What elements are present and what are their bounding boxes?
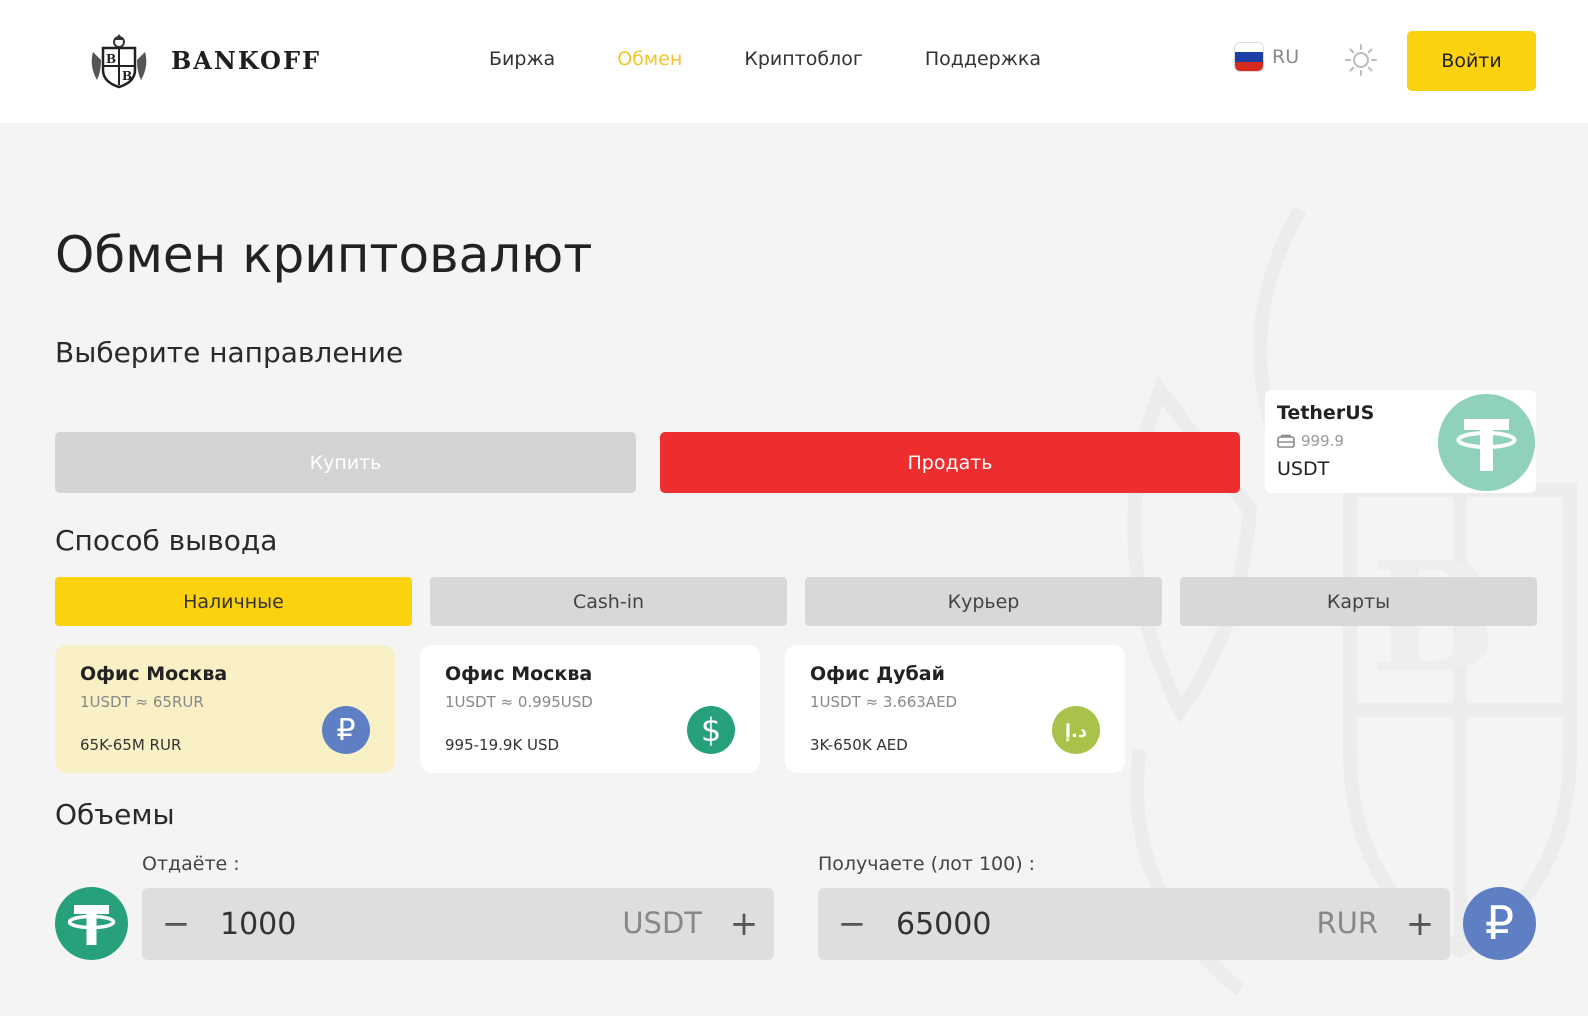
dollar-icon: $ [687,706,735,754]
nav-item-exchange[interactable]: Биржа [489,48,555,70]
nav-item-support[interactable]: Поддержка [925,48,1041,70]
office-card-moscow-usd[interactable]: Офис Москва 1USDT ≈ 0.995USD 995-19.9K U… [420,645,760,773]
language-label: RU [1272,46,1300,68]
tab-cash[interactable]: Наличные [55,577,412,626]
svg-text:₽: ₽ [1485,896,1514,950]
volumes-title: Объемы [55,798,175,831]
withdrawal-method-title: Способ вывода [55,524,278,557]
office-card-dubai-aed[interactable]: Офис Дубай 1USDT ≈ 3.663AED 3K-650K AED … [785,645,1125,773]
russia-flag-icon [1234,42,1264,72]
tether-icon [55,887,128,960]
give-label: Отдаёте : [142,853,240,875]
get-amount-input[interactable] [894,900,1274,948]
office-name: Офис Москва [80,663,228,685]
tether-icon [1438,394,1535,491]
svg-text:د.إ: د.إ [1065,721,1087,742]
brand-logo[interactable]: B B BANKOFF [87,30,321,90]
main-nav: Биржа Обмен Криптоблог Поддержка [489,48,1103,70]
get-amount-stepper: − RUR + [818,888,1450,960]
office-range: 995-19.9K USD [445,736,560,754]
bank-crest-icon: B B [91,34,147,89]
svg-text:$: $ [701,711,721,749]
give-decrement-button[interactable]: − [146,888,206,960]
page-title: Обмен криптовалют [55,226,593,284]
language-selector[interactable]: RU [1234,42,1299,72]
get-increment-button[interactable]: + [1390,888,1450,960]
office-name: Офис Дубай [810,663,945,685]
asset-balance-value: 999.9 [1301,432,1344,450]
login-button[interactable]: Войти [1407,31,1536,91]
office-range: 65K-65M RUR [80,736,182,754]
brand-name: BANKOFF [171,45,322,75]
give-increment-button[interactable]: + [714,888,774,960]
asset-name: TetherUS [1277,402,1375,424]
ruble-icon: ₽ [322,706,370,754]
buy-button[interactable]: Купить [55,432,636,493]
tab-cards[interactable]: Карты [1180,577,1537,626]
get-unit: RUR [1316,906,1378,940]
get-decrement-button[interactable]: − [822,888,882,960]
nav-item-swap[interactable]: Обмен [617,48,682,70]
svg-text:B: B [106,52,116,66]
office-rate: 1USDT ≈ 65RUR [80,693,204,711]
get-label: Получаете (лот 100) : [818,853,1036,875]
svg-text:₽: ₽ [336,713,355,748]
office-range: 3K-650K AED [810,736,908,754]
office-name: Офис Москва [445,663,593,685]
direction-title: Выберите направление [55,336,404,369]
sun-icon[interactable] [1344,43,1378,77]
office-rate: 1USDT ≈ 3.663AED [810,693,958,711]
tab-courier[interactable]: Курьер [805,577,1162,626]
ruble-icon: ₽ [1463,887,1536,960]
wallet-icon [1277,434,1295,448]
nav-item-cryptoblog[interactable]: Криптоблог [744,48,862,70]
svg-text:B: B [122,69,132,83]
office-rate: 1USDT ≈ 0.995USD [445,693,593,711]
sell-button[interactable]: Продать [660,432,1240,493]
asset-balance: 999.9 [1277,432,1344,450]
office-card-moscow-rur[interactable]: Офис Москва 1USDT ≈ 65RUR 65K-65M RUR ₽ [55,645,395,773]
asset-code: USDT [1277,458,1330,480]
asset-card[interactable]: TetherUS 999.9 USDT [1265,390,1536,493]
header: B B BANKOFF Биржа Обмен Криптоблог Подде… [0,0,1588,123]
give-amount-stepper: − USDT + [142,888,774,960]
dirham-icon: د.إ [1052,706,1100,754]
give-amount-input[interactable] [218,900,598,948]
give-unit: USDT [622,906,702,940]
tab-cash-in[interactable]: Cash-in [430,577,787,626]
